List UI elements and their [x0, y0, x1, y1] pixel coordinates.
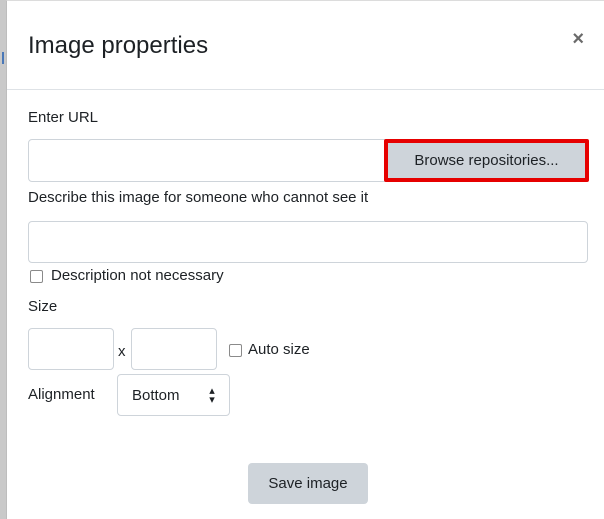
browse-repositories-button[interactable]: Browse repositories...	[388, 143, 585, 178]
size-label: Size	[28, 298, 58, 315]
dialog-header: Image properties ×	[7, 1, 604, 90]
page-edge-mark	[2, 52, 4, 64]
image-properties-dialog: Image properties × Enter URL Browse repo…	[6, 0, 604, 519]
dialog-title: Image properties	[28, 32, 209, 59]
url-label: Enter URL	[28, 109, 99, 126]
description-label: Describe this image for someone who cann…	[28, 189, 369, 206]
size-separator: x	[118, 343, 126, 360]
auto-size-label: Auto size	[248, 341, 310, 358]
browse-highlight: Browse repositories...	[384, 139, 589, 182]
url-input[interactable]	[28, 139, 388, 182]
close-icon[interactable]: ×	[572, 29, 584, 49]
alignment-selected-value: Bottom	[132, 387, 180, 404]
height-input[interactable]	[131, 328, 217, 370]
alignment-select[interactable]: Bottom ▴ ▾	[117, 374, 230, 416]
description-not-necessary-checkbox[interactable]	[30, 270, 43, 283]
updown-chevron-icon: ▴ ▾	[209, 385, 215, 406]
auto-size-checkbox[interactable]	[229, 344, 242, 357]
width-input[interactable]	[28, 328, 114, 370]
save-image-button[interactable]: Save image	[248, 463, 368, 504]
page-background: Image properties × Enter URL Browse repo…	[0, 0, 604, 519]
description-input[interactable]	[28, 221, 588, 263]
alignment-label: Alignment	[28, 386, 95, 403]
description-not-necessary-label: Description not necessary	[51, 267, 224, 284]
